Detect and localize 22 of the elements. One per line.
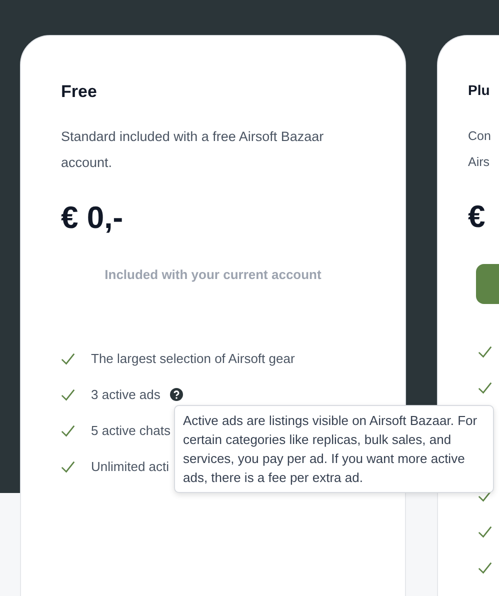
check-icon xyxy=(61,388,75,401)
feature-text: 5 active chats xyxy=(91,422,170,440)
feature-text: The largest selection of Airsoft gear xyxy=(91,350,295,368)
plan-description: Standard included with a free Airsoft Bazaar account. xyxy=(61,128,325,172)
tooltip: Active ads are listings visible on Airsoft Bazaar. For certain categories like replicas, bulk sales, and services, you pay per ad. If you want more active ads, there is a fee per extra ad. xyxy=(174,405,494,493)
plan-note: Included with your current account xyxy=(104,266,322,284)
help-icon[interactable] xyxy=(170,388,184,402)
check-icon xyxy=(478,382,492,394)
plan-price: € xyxy=(468,200,486,232)
plan-title: Free xyxy=(61,82,98,102)
feature-text: 3 active ads xyxy=(91,386,160,404)
plan-title: Plu xyxy=(468,82,491,99)
feature-text: Unlimited acti xyxy=(91,458,170,476)
check-icon xyxy=(478,526,492,538)
plan-description: Airs xyxy=(468,154,490,171)
check-icon xyxy=(61,352,75,365)
check-icon xyxy=(478,562,492,574)
check-icon xyxy=(478,346,492,358)
plan-description: Con xyxy=(468,128,491,145)
check-icon xyxy=(61,424,75,437)
check-icon xyxy=(61,460,75,473)
plan-price: € 0,- xyxy=(61,202,124,234)
